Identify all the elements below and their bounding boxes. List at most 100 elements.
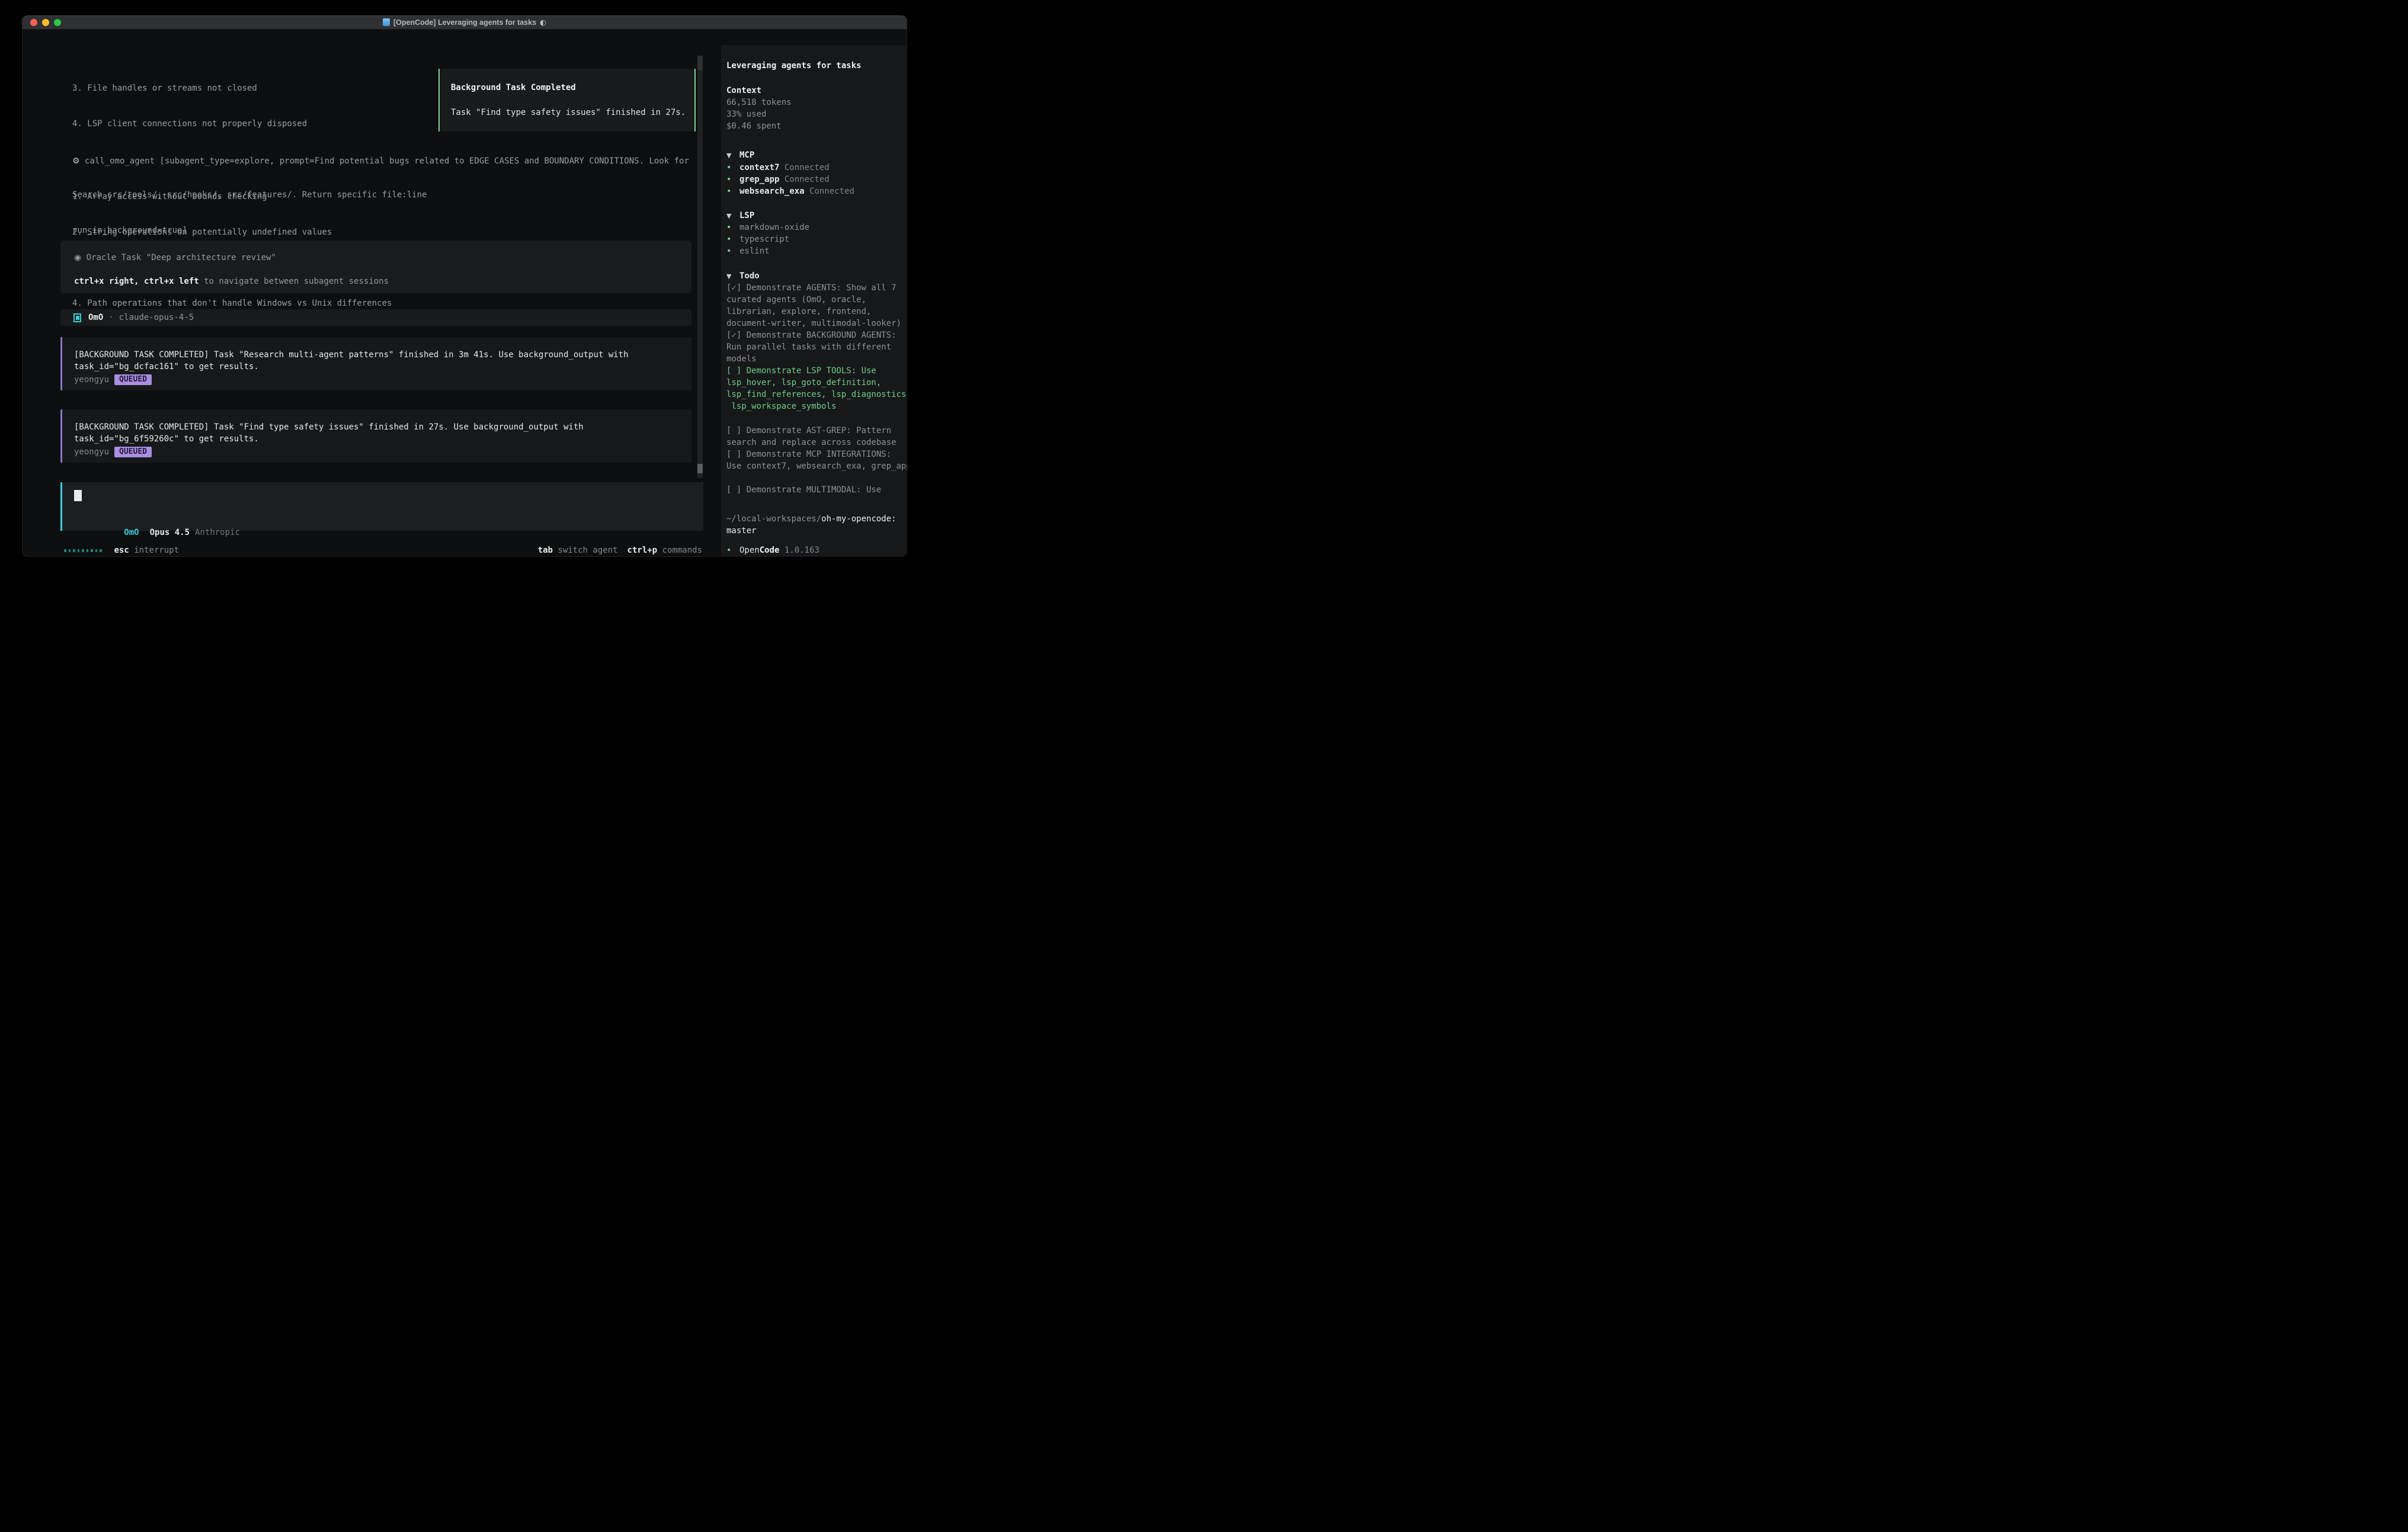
prompt-input[interactable]: OmOOpus 4.5Anthropic xyxy=(60,482,703,531)
lsp-name: eslint xyxy=(739,245,770,257)
mcp-status-text: Connected xyxy=(809,185,854,197)
todo-item-done: [✓] Demonstrate BACKGROUND AGENTS: Run p… xyxy=(726,329,907,365)
todo-item-pending: [ ] Demonstrate AST-GREP: Pattern search… xyxy=(726,425,907,448)
mcp-name: websearch_exa xyxy=(739,185,805,197)
esc-key-label: esc xyxy=(114,546,129,555)
status-badge: QUEUED xyxy=(114,374,152,385)
document-icon xyxy=(383,18,390,26)
mcp-name: context7 xyxy=(739,162,779,174)
bullet-icon: • xyxy=(726,174,739,185)
mcp-status xyxy=(779,174,784,185)
minimize-button[interactable] xyxy=(42,19,49,26)
bullet-icon: • xyxy=(726,245,739,257)
version-number-text: 1.0.163 xyxy=(784,546,819,555)
mcp-item: •websearch_exa Connected xyxy=(726,185,907,197)
lsp-item: •eslint xyxy=(726,245,907,257)
text-cursor xyxy=(74,490,82,501)
tab-action-text: switch agent xyxy=(558,546,617,555)
tab-key-label: tab xyxy=(538,546,553,555)
zoom-button[interactable] xyxy=(54,19,61,26)
bullet-icon: • xyxy=(726,162,739,174)
model-row: OmOOpus 4.5Anthropic xyxy=(74,518,240,547)
agent-name: OmO xyxy=(88,313,103,322)
agent-header: OmO · claude-opus-4-5 xyxy=(60,309,691,326)
agent-icon xyxy=(73,313,81,322)
window-title: [OpenCode] Leveraging agents for tasks xyxy=(393,18,536,27)
chat-area: 3. File handles or streams not closed 4.… xyxy=(60,45,703,557)
input-model-name: Opus 4.5 xyxy=(150,528,190,537)
input-agent-name: OmO xyxy=(124,528,139,537)
context-details: 66,518 tokens 33% used $0.46 spent xyxy=(726,97,907,132)
tool-call-header: ⚙ call_omo_agent [subagent_type=explore,… xyxy=(72,155,689,167)
mcp-status-text: Connected xyxy=(784,162,830,174)
notification-title: Background Task Completed xyxy=(451,83,576,92)
section-lsp[interactable]: ▼LSP xyxy=(726,210,907,222)
workspace-path: ~/local-workspaces/oh-my-opencode: master xyxy=(726,513,907,537)
workspace-repo: oh-my-opencode: xyxy=(821,514,896,524)
scrollback-line: 4. LSP client connections not properly d… xyxy=(72,118,427,130)
todo-item-active: [ ] Demonstrate LSP TOOLS: Use lsp_hover… xyxy=(726,365,907,412)
window-title-group: [OpenCode] Leveraging agents for tasks ◐ xyxy=(383,18,546,27)
chevron-down-icon: ▼ xyxy=(726,150,739,162)
status-bar: esc interrupt tab switch agent ctrl+p co… xyxy=(60,544,703,556)
oracle-hint: ctrl+x right, ctrl+x left to navigate be… xyxy=(74,277,389,286)
task-message-meta: yeongyu QUEUED xyxy=(74,374,152,386)
status-right: tab switch agent ctrl+p commands xyxy=(538,544,702,556)
section-todo[interactable]: ▼Todo xyxy=(726,270,907,283)
oracle-hint-keys: ctrl+x right, ctrl+x left xyxy=(74,277,199,286)
notification-toast[interactable]: Background Task Completed Task "Find typ… xyxy=(438,69,696,132)
chevron-down-icon: ▼ xyxy=(726,210,739,222)
todo-item-done: [✓] Demonstrate AGENTS: Show all 7 curat… xyxy=(726,282,907,329)
oracle-task-panel: ◉ Oracle Task "Deep architecture review"… xyxy=(60,241,691,293)
chat-scrollbar-thumb[interactable] xyxy=(697,464,703,473)
agent-model: claude-opus-4-5 xyxy=(119,313,194,322)
mcp-status-text: Connected xyxy=(784,174,830,185)
chevron-down-icon: ▼ xyxy=(726,271,739,283)
mcp-list: •context7 Connected •grep_app Connected … xyxy=(726,162,907,197)
lsp-name: markdown-oxide xyxy=(739,222,809,233)
activity-dots-icon xyxy=(64,549,102,552)
workspace-branch: master xyxy=(726,526,757,536)
mcp-heading-text: MCP xyxy=(739,150,754,160)
oracle-task-title: ◉ Oracle Task "Deep architecture review" xyxy=(74,253,276,262)
todo-item-pending: [ ] Demonstrate MULTIMODAL: Use xyxy=(726,484,907,496)
version-number xyxy=(779,546,784,555)
lsp-list: •markdown-oxide •typescript •eslint xyxy=(726,222,907,257)
esc-action-text: interrupt xyxy=(134,546,179,555)
scrollback-line: 3. File handles or streams not closed xyxy=(72,82,427,94)
close-button[interactable] xyxy=(30,19,37,26)
esc-action-label xyxy=(129,546,134,555)
username: yeongyu xyxy=(74,375,109,384)
todo-item-pending: [ ] Demonstrate MCP INTEGRATIONS: Use co… xyxy=(726,448,907,472)
tool-call-line: 2. String operations on potentially unde… xyxy=(72,226,689,238)
username: yeongyu xyxy=(74,447,109,457)
commands-action-text: commands xyxy=(662,546,702,555)
commands-key-label: ctrl+p xyxy=(627,546,658,555)
todo-heading-text: Todo xyxy=(739,271,760,281)
traffic-lights xyxy=(30,15,61,30)
chat-scrollbar-cap xyxy=(697,56,703,70)
bullet-icon: • xyxy=(726,233,739,245)
session-title: Leveraging agents for tasks xyxy=(726,60,907,72)
workspace-prefix: ~/local-workspaces/ xyxy=(726,514,821,524)
screen: [OpenCode] Leveraging agents for tasks ◐… xyxy=(0,0,929,591)
task-message-line: [BACKGROUND TASK COMPLETED] Task "Resear… xyxy=(74,350,629,360)
tool-call-line: 1. Array access without bounds checking xyxy=(72,191,689,203)
chat-scrollbar[interactable] xyxy=(697,56,703,478)
tab-shortcut: tab switch agent xyxy=(538,546,618,555)
app-window: [OpenCode] Leveraging agents for tasks ◐… xyxy=(22,15,907,557)
titlebar: [OpenCode] Leveraging agents for tasks ◐ xyxy=(22,15,907,30)
section-mcp[interactable]: ▼MCP xyxy=(726,149,907,162)
lsp-heading-text: LSP xyxy=(739,211,754,220)
task-message-line: [BACKGROUND TASK COMPLETED] Task "Find t… xyxy=(74,422,584,432)
task-message-meta: yeongyu QUEUED xyxy=(74,446,152,458)
app-name-bold: Code xyxy=(760,546,780,555)
gear-icon: ⚙ xyxy=(72,156,80,166)
sidebar: Leveraging agents for tasks Context 66,5… xyxy=(721,45,907,557)
app-name-light: Open xyxy=(739,546,760,555)
mcp-item: •context7 Connected xyxy=(726,162,907,174)
tool-call-line: 4. Path operations that don't handle Win… xyxy=(72,297,689,309)
mcp-status xyxy=(779,162,784,174)
lsp-item: •typescript xyxy=(726,233,907,245)
task-message-line: task_id="bg_6f59260c" to get results. xyxy=(74,434,259,444)
